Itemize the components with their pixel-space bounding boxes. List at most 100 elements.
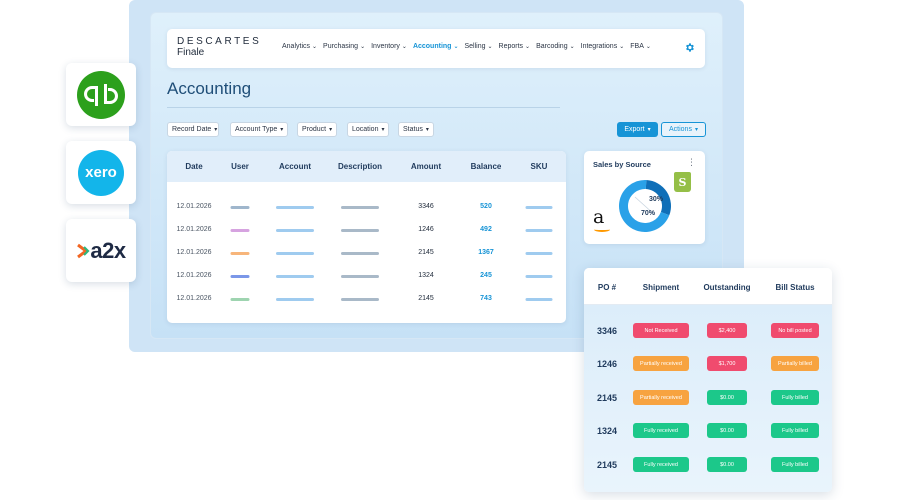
- table-row[interactable]: 1324 Fully received $0.00 Fully billed: [584, 423, 832, 439]
- nav-item-barcoding[interactable]: Barcoding ⌄: [536, 43, 575, 50]
- amazon-logo: a: [593, 206, 605, 228]
- filter-product[interactable]: Product ▾: [297, 122, 337, 137]
- nav-item-selling[interactable]: Selling ⌄: [464, 43, 492, 50]
- nav-item-label: FBA: [630, 43, 644, 50]
- a2x-logo-card[interactable]: a2x: [66, 219, 136, 282]
- user-placeholder-bar: [230, 206, 250, 209]
- table-row[interactable]: 2145 Partially received $0.00 Fully billed: [584, 390, 832, 406]
- brand-logo[interactable]: DESCARTES Finale: [177, 37, 261, 58]
- brand-name: DESCARTES: [177, 36, 262, 47]
- balance-cell: 743: [480, 295, 492, 302]
- nav-item-label: Selling: [464, 43, 486, 50]
- quickbooks-logo-card[interactable]: [66, 63, 136, 126]
- filter-account-type[interactable]: Account Type ▾: [230, 122, 288, 137]
- balance-cell: 520: [480, 203, 492, 210]
- bill-status-badge[interactable]: No bill posted: [771, 323, 819, 338]
- balance-cell: 245: [480, 272, 492, 279]
- nav-item-inventory[interactable]: Inventory ⌄: [371, 43, 407, 50]
- column-header-account[interactable]: Account: [279, 162, 311, 171]
- more-vertical-icon[interactable]: ⋮: [687, 157, 696, 168]
- chevron-down-icon: ⌄: [453, 44, 459, 50]
- outstanding-badge[interactable]: $0.00: [707, 423, 747, 438]
- description-placeholder-bar: [341, 275, 379, 278]
- nav-item-reports[interactable]: Reports ⌄: [499, 43, 531, 50]
- gear-icon[interactable]: [684, 42, 695, 53]
- shopify-logo: S: [674, 172, 691, 192]
- column-header-amount[interactable]: Amount: [411, 162, 441, 171]
- chevron-down-icon: ▾: [647, 127, 651, 133]
- account-placeholder-bar: [276, 275, 314, 278]
- table-row[interactable]: 12.01.2026 2145 1367: [167, 245, 566, 263]
- column-header-description[interactable]: Description: [338, 162, 382, 171]
- filter-label: Location: [352, 126, 379, 133]
- po-column-header-3[interactable]: Outstanding: [703, 283, 750, 292]
- outstanding-badge[interactable]: $1,700: [707, 356, 747, 371]
- bill-status-badge[interactable]: Fully billed: [771, 390, 819, 405]
- actions-label: Actions: [669, 126, 692, 133]
- sku-placeholder-bar: [525, 275, 553, 278]
- bill-status-badge[interactable]: Fully billed: [771, 423, 819, 438]
- sales-by-source-card: Sales by Source ⋮ 30% 70% a S: [584, 151, 705, 244]
- a2x-wordmark: a2x: [90, 237, 126, 263]
- sales-widget-title: Sales by Source: [593, 160, 651, 169]
- table-row[interactable]: 12.01.2026 2145 743: [167, 291, 566, 309]
- bill-status-badge[interactable]: Fully billed: [771, 457, 819, 472]
- nav-item-analytics[interactable]: Analytics ⌄: [282, 43, 317, 50]
- bill-status-badge[interactable]: Partially billed: [771, 356, 819, 371]
- table-row[interactable]: 2145 Fully received $0.00 Fully billed: [584, 457, 832, 473]
- outstanding-badge[interactable]: $2,400: [707, 323, 747, 338]
- quickbooks-glyph-icon: [84, 83, 118, 106]
- chevron-down-icon: ⌄: [525, 44, 531, 50]
- chevron-down-icon: ⌄: [569, 44, 575, 50]
- shipment-status-badge[interactable]: Not Received: [633, 323, 689, 338]
- po-column-header-2[interactable]: Shipment: [643, 283, 679, 292]
- outstanding-badge[interactable]: $0.00: [707, 390, 747, 405]
- actions-button[interactable]: Actions ▾: [661, 122, 706, 137]
- table-row[interactable]: 12.01.2026 1324 245: [167, 268, 566, 286]
- nav-item-integrations[interactable]: Integrations ⌄: [581, 43, 625, 50]
- description-placeholder-bar: [341, 252, 379, 255]
- shipment-status-badge[interactable]: Fully received: [633, 423, 689, 438]
- po-column-header-1[interactable]: PO #: [598, 283, 616, 292]
- export-label: Export: [624, 126, 645, 133]
- table-row[interactable]: 12.01.2026 1246 492: [167, 222, 566, 240]
- nav-item-fba[interactable]: FBA ⌄: [630, 43, 651, 50]
- shipment-status-badge[interactable]: Fully received: [633, 457, 689, 472]
- po-number: 3346: [596, 326, 618, 336]
- a2x-logo: a2x: [76, 237, 126, 264]
- shipment-status-badge[interactable]: Partially received: [633, 390, 689, 405]
- column-header-user[interactable]: User: [231, 162, 249, 171]
- sales-donut-chart: 30% 70%: [619, 180, 671, 232]
- account-placeholder-bar: [276, 229, 314, 232]
- po-column-header-4[interactable]: Bill Status: [775, 283, 814, 292]
- table-row[interactable]: 12.01.2026 3346 520: [167, 199, 566, 217]
- outstanding-badge[interactable]: $0.00: [707, 457, 747, 472]
- sku-placeholder-bar: [525, 206, 553, 209]
- description-placeholder-bar: [341, 206, 379, 209]
- chevron-down-icon: ▾: [694, 127, 698, 133]
- amount-cell: 2145: [418, 249, 434, 256]
- description-placeholder-bar: [341, 298, 379, 301]
- filter-location[interactable]: Location ▾: [347, 122, 389, 137]
- column-header-balance[interactable]: Balance: [471, 162, 502, 171]
- filter-status[interactable]: Status ▾: [398, 122, 434, 137]
- balance-cell: 1367: [478, 249, 494, 256]
- user-placeholder-bar: [230, 298, 250, 301]
- filter-record-date[interactable]: Record Date ▾: [167, 122, 219, 137]
- top-navbar: DESCARTES Finale Analytics ⌄ Purchasing ⌄ In…: [167, 29, 705, 68]
- nav-item-label: Barcoding: [536, 43, 568, 50]
- nav-item-purchasing[interactable]: Purchasing ⌄: [323, 43, 365, 50]
- table-row[interactable]: 3346 Not Received $2,400 No bill posted: [584, 323, 832, 339]
- export-button[interactable]: Export ▾: [617, 122, 658, 137]
- amazon-smile-icon: [594, 227, 610, 232]
- xero-logo-card[interactable]: xero: [66, 141, 136, 204]
- column-header-sku[interactable]: SKU: [531, 162, 548, 171]
- column-header-date[interactable]: Date: [185, 162, 202, 171]
- chevron-down-icon: ▾: [425, 127, 429, 133]
- chevron-down-icon: ▾: [280, 127, 284, 133]
- donut-label-amazon: 70%: [641, 210, 656, 217]
- shipment-status-badge[interactable]: Partially received: [633, 356, 689, 371]
- table-row[interactable]: 1246 Partially received $1,700 Partially bi…: [584, 356, 832, 372]
- nav-item-accounting[interactable]: Accounting ⌄: [413, 43, 459, 50]
- po-number: 1246: [596, 359, 618, 369]
